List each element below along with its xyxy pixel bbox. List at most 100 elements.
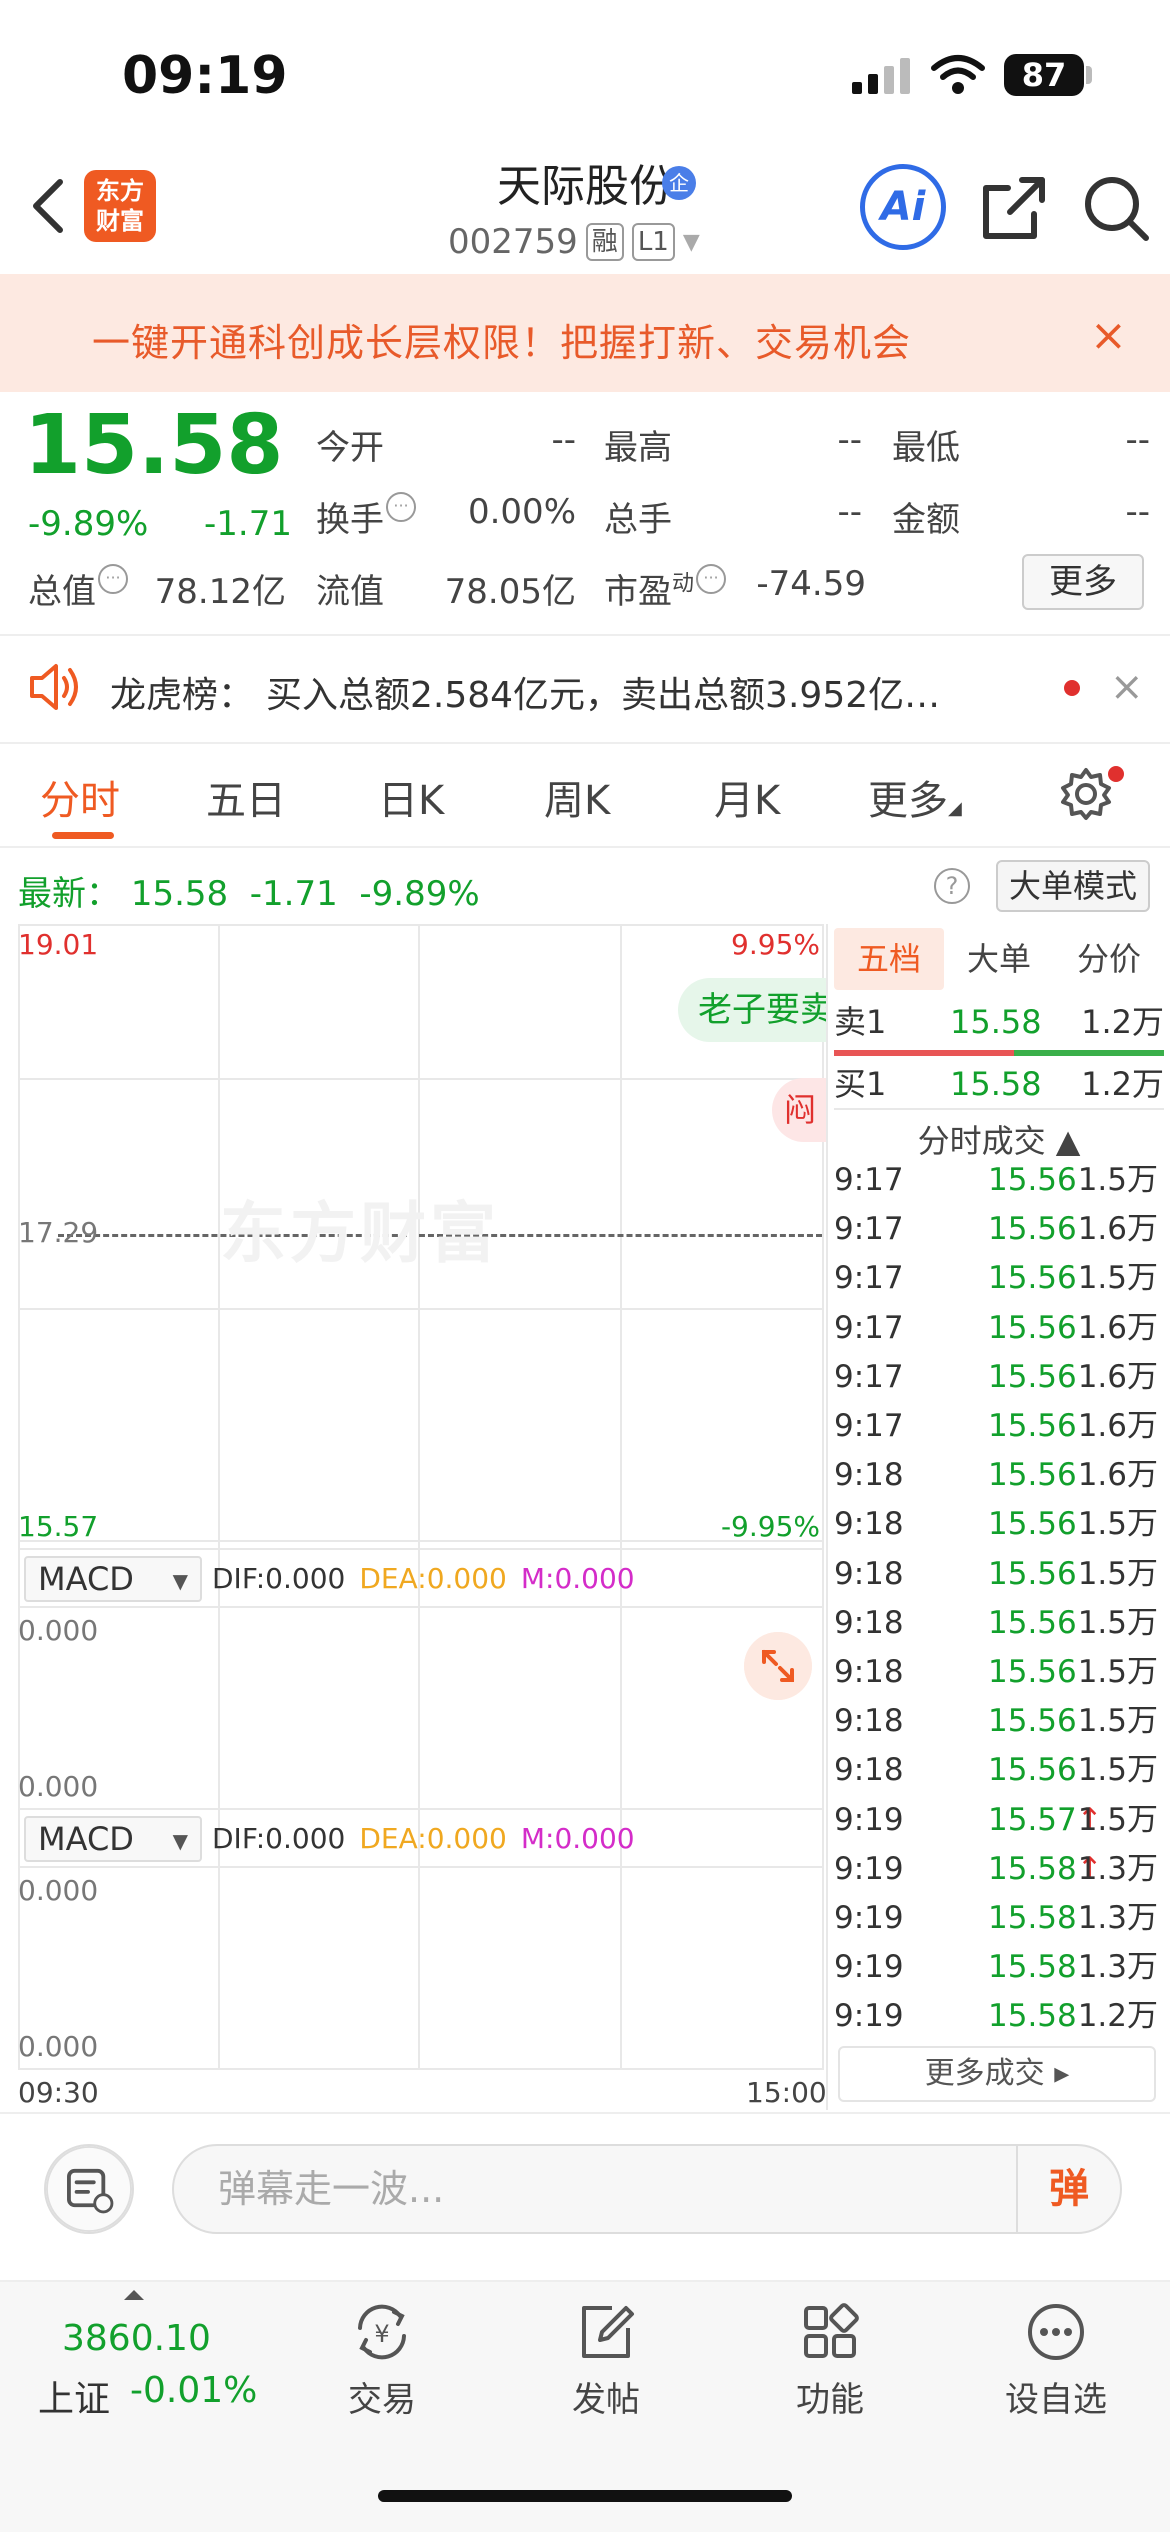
cellular-signal-icon (852, 58, 910, 94)
bid-ratio-bar (1014, 1050, 1164, 1056)
tick-time: 9:17 (834, 1211, 904, 1248)
info-dots-icon[interactable]: ··· (696, 564, 727, 594)
macd-y-top: 0.000 (18, 1614, 99, 1647)
corner-arrow-icon: ◢ (948, 798, 962, 819)
speaker-icon (30, 664, 78, 710)
index-change[interactable]: -0.01% (130, 2370, 257, 2411)
tick-price: 15.56 (988, 1752, 1077, 1789)
send-danmu-button[interactable]: 弹 (1016, 2146, 1120, 2232)
nav-functions[interactable]: 功能 (760, 2300, 900, 2421)
tick-time: 9:18 (834, 1457, 904, 1494)
grid-icon (804, 2303, 859, 2358)
tab-daily-k[interactable]: 日K (378, 768, 444, 826)
tick-time: 9:17 (834, 1162, 904, 1198)
nav-trade-label: 交易 (348, 2380, 416, 2420)
tick-volume: 1.6万 (1077, 1457, 1158, 1494)
tab-five-levels[interactable]: 五档 (834, 928, 944, 990)
tick-price: 15.56 (988, 1555, 1077, 1592)
tick-time: 9:19 (834, 1949, 904, 1986)
status-time: 09:19 (122, 46, 288, 106)
open-label: 今开 (316, 428, 384, 468)
tab-big-orders[interactable]: 大单 (944, 928, 1054, 990)
tab-more[interactable]: 更多◢ (868, 768, 962, 826)
dragon-close-icon[interactable]: × (1110, 664, 1144, 710)
macd-selector[interactable]: MACD ▼ (24, 1556, 202, 1602)
nav-add-watchlist-label: 设自选 (1005, 2380, 1107, 2420)
tick-price: 15.56 (988, 1703, 1077, 1740)
help-icon[interactable]: ? (934, 868, 970, 904)
big-order-mode-button[interactable]: 大单模式 (996, 860, 1150, 912)
pct-axis-top: 9.95% (731, 928, 820, 961)
index-label[interactable]: 上证 (38, 2370, 110, 2422)
y-axis-top: 19.01 (18, 928, 99, 961)
dragon-tiger-text[interactable]: 买入总额2.584亿元，卖出总额3.952亿… (266, 666, 940, 718)
promo-close-icon[interactable]: × (1090, 310, 1127, 361)
gear-icon[interactable] (1058, 766, 1114, 822)
tick-price: 15.56 (988, 1457, 1077, 1494)
tab-more-label: 更多 (868, 778, 948, 824)
tick-time: 9:17 (834, 1309, 904, 1346)
tick-volume: 1.2万 (1077, 1998, 1158, 2035)
danmu-input[interactable]: 弹幕走一波... (172, 2144, 1122, 2234)
tab-five-day[interactable]: 五日 (206, 768, 286, 826)
tick-row: 9:18 15.56 1.5万 (834, 1648, 1164, 1697)
tick-price: 15.56 (988, 1654, 1077, 1690)
tick-time: 9:18 (834, 1752, 904, 1789)
tick-row: 9:17 15.56 1.5万 (834, 1156, 1164, 1205)
nav-add-watchlist[interactable]: 设自选 (986, 2300, 1126, 2421)
tick-row: 9:17 15.56 1.5万 (834, 1254, 1164, 1303)
trade-icon: ¥ (358, 2304, 406, 2360)
tab-weekly-k[interactable]: 周K (544, 768, 610, 826)
info-dots-icon[interactable]: ··· (98, 564, 128, 594)
grid-line (18, 1540, 824, 1542)
tick-row: 9:18 15.56 1.5万 (834, 1599, 1164, 1648)
tick-volume: 1.3万 (1077, 1850, 1158, 1887)
latest-change: -1.71 (249, 874, 338, 914)
danmu-bubble[interactable]: 老子要卖 (678, 978, 826, 1042)
tick-row: 9:18 15.56 1.6万 (834, 1451, 1164, 1500)
macd-selector[interactable]: MACD ▼ (24, 1816, 202, 1862)
high-value: -- (837, 420, 862, 460)
share-icon[interactable] (982, 176, 1046, 240)
tick-row: 9:19 15.58 1.3万 (834, 1943, 1164, 1992)
bid-label: 买1 (834, 1065, 887, 1103)
volume-label: 总手 (604, 500, 672, 540)
tick-price: 15.56 (988, 1358, 1077, 1395)
tab-price-distribution[interactable]: 分价 (1054, 928, 1164, 990)
y-axis-mid: 17.29 (18, 1216, 99, 1249)
tick-row: 9:19 15.57↑ 1.5万 (834, 1796, 1164, 1845)
ticks-header[interactable]: 分时成交 ▲ (834, 1108, 1164, 1162)
more-dots-icon (1028, 2304, 1084, 2360)
macd-indicator-bar: MACD ▼ DIF:0.000 DEA:0.000 M:0.000 (18, 1548, 824, 1608)
high-label: 最高 (604, 428, 672, 468)
pe-sup: 动 (672, 571, 695, 597)
stock-code-row[interactable]: 002759 融 L1 ▼ (448, 222, 700, 262)
turnover-label[interactable]: 换手 ··· (316, 492, 416, 541)
tick-volume: 1.3万 (1077, 1949, 1158, 1986)
mktcap-value: 78.12亿 (154, 572, 286, 612)
pe-label[interactable]: 市盈动 ··· (604, 564, 727, 613)
more-quote-button[interactable]: 更多 (1022, 554, 1144, 610)
macd-values: DIF:0.000 DEA:0.000 M:0.000 (212, 1562, 635, 1595)
ai-assistant-button[interactable]: Ai (860, 164, 946, 250)
danmu-settings-icon[interactable] (44, 2144, 134, 2234)
info-dots-icon[interactable]: ··· (386, 492, 416, 522)
intraday-chart[interactable]: 19.01 17.29 15.57 9.95% -9.95% MACD ▼ DIF… (18, 924, 824, 2070)
nav-trade[interactable]: ¥ 交易 (312, 2300, 452, 2421)
ask-volume: 1.2万 (1081, 1003, 1164, 1041)
tab-intraday[interactable]: 分时 (40, 768, 120, 826)
mktcap-label[interactable]: 总值 ··· (28, 564, 128, 613)
index-value[interactable]: 3860.10 (62, 2318, 211, 2359)
more-ticks-button[interactable]: 更多成交 ▸ (838, 2046, 1156, 2102)
tick-time: 9:18 (834, 1604, 904, 1641)
watermark-logo: 东方财富 (220, 1195, 500, 1272)
macd-dea: DEA:0.000 (359, 1562, 507, 1595)
nav-post[interactable]: 发帖 (536, 2300, 676, 2421)
chevron-down-icon[interactable]: ▼ (683, 230, 700, 255)
expand-icon[interactable] (744, 1632, 812, 1700)
tab-monthly-k[interactable]: 月K (714, 768, 780, 826)
low-value: -- (1125, 420, 1150, 460)
latest-price: 15.58 (130, 874, 229, 914)
caret-up-icon[interactable] (124, 2290, 144, 2300)
search-icon[interactable] (1084, 176, 1150, 242)
